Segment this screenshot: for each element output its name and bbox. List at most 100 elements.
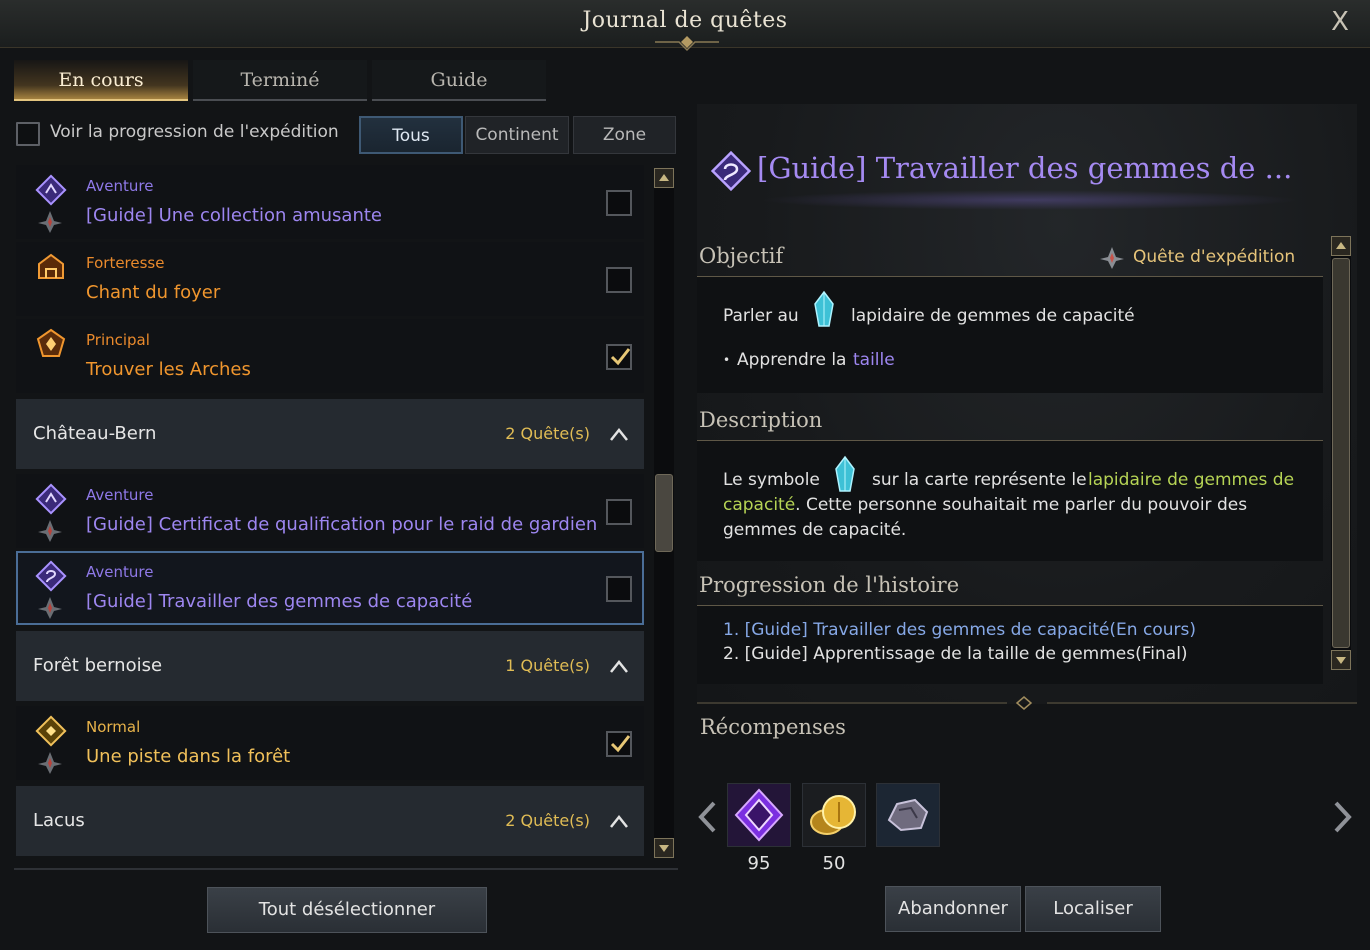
close-button[interactable]: X [1326,8,1354,36]
description-heading: Description [699,408,823,432]
normal-quest-icon [35,715,67,747]
reward-slot[interactable] [876,783,940,847]
quest-item[interactable]: Forteresse Chant du foyer [16,242,644,316]
tab-guide[interactable]: Guide [372,60,546,101]
objective-box [697,277,1323,393]
quest-item[interactable]: Aventure [Guide] Certificat de qualifica… [16,474,644,548]
tab-termine[interactable]: Terminé [193,60,367,101]
expedition-icon [38,211,62,233]
objective-target: lapidaire de gemmes de capacité [851,306,1135,326]
arrow-down-icon [659,845,669,852]
expedition-icon [38,752,62,774]
arrow-down-icon [1336,657,1346,664]
locate-button[interactable]: Localiser [1025,886,1161,932]
arrow-up-icon [659,174,669,181]
quest-name: [Guide] Une collection amusante [86,205,383,226]
gem-crystal-icon [814,290,834,327]
quest-type: Forteresse [86,254,165,272]
quest-type: Principal [86,331,150,349]
quest-track-checkbox[interactable] [606,344,632,370]
quest-type: Aventure [86,177,154,195]
expedition-icon [38,597,62,619]
title-bar: Journal de quêtes X [0,0,1370,52]
deselect-all-button[interactable]: Tout désélectionner [207,887,487,933]
quest-name: Chant du foyer [86,282,221,303]
zone-header-lacus[interactable]: Lacus 2 Quête(s) [16,786,644,856]
filter-continent-button[interactable]: Continent [465,116,569,154]
quest-name: Une piste dans la forêt [86,746,291,767]
zone-quest-count: 2 Quête(s) [505,811,590,830]
scroll-thumb[interactable] [1332,258,1350,648]
expedition-progress-label: Voir la progression de l'expédition [50,122,339,142]
chevron-up-icon [610,659,628,673]
quest-item[interactable]: Principal Trouver les Arches [16,319,644,393]
quest-list: Aventure [Guide] Une collection amusante… [16,165,644,860]
chevron-right-icon[interactable] [1332,800,1354,834]
zone-header-foret-bernoise[interactable]: Forêt bernoise 1 Quête(s) [16,631,644,701]
objective-bullet-prefix: Apprendre la [737,350,847,370]
quest-list-scrollbar[interactable] [654,168,674,858]
chevron-up-icon [610,814,628,828]
expedition-icon [1100,247,1124,269]
quest-type: Aventure [86,563,154,581]
filter-zone-button[interactable]: Zone [573,116,676,154]
objective-heading: Objectif [699,244,784,268]
quest-track-checkbox[interactable] [606,190,632,216]
scroll-down-button[interactable] [654,838,674,858]
scroll-up-button[interactable] [1331,236,1351,256]
title-glow [760,190,1300,210]
filter-row: Voir la progression de l'expédition Tous… [16,116,676,154]
expedition-quest-label: Quête d'expédition [1133,247,1296,267]
scroll-down-button[interactable] [1331,650,1351,670]
expedition-progress-checkbox[interactable] [16,122,40,146]
quest-item[interactable]: Aventure [Guide] Une collection amusante [16,165,644,239]
window-title: Journal de quêtes [582,8,788,33]
chevron-left-icon[interactable] [696,800,718,834]
checkmark-icon [610,735,631,753]
abandon-button[interactable]: Abandonner [885,886,1021,932]
quest-item[interactable]: Normal Une piste dans la forêt [16,706,644,780]
quest-type: Aventure [86,486,154,504]
objective-bullet-highlight: taille [853,350,895,370]
ore-stone-icon [877,784,939,846]
description-part3: . Cette personne souhaitait me parler du… [723,495,1248,540]
adventure-guide-icon [710,150,752,192]
checkmark-icon [610,348,631,366]
quest-name: [Guide] Travailler des gemmes de capacit… [86,591,473,612]
zone-quest-count: 2 Quête(s) [505,424,590,443]
reward-slot[interactable] [727,783,791,847]
detail-scrollbar[interactable] [1331,236,1351,670]
quest-name: Trouver les Arches [86,359,251,380]
adventure-guide-icon [35,560,67,592]
zone-header-chateau-bern[interactable]: Château-Bern 2 Quête(s) [16,399,644,469]
quest-type: Normal [86,718,141,736]
scroll-thumb[interactable] [655,474,673,552]
quest-name: [Guide] Certificat de qualification pour… [86,514,598,535]
reward-slot[interactable] [802,783,866,847]
filter-tous-button[interactable]: Tous [359,116,463,154]
reward-count: 95 [747,853,771,874]
quest-tabs: En cours Terminé Guide [14,60,546,101]
title-ornament-icon [655,36,719,52]
divider [14,868,678,870]
scroll-up-button[interactable] [654,168,674,188]
progression-heading: Progression de l'histoire [699,573,960,597]
zone-name: Forêt bernoise [33,655,163,676]
chevron-up-icon [610,427,628,441]
zone-name: Château-Bern [33,423,157,444]
rewards-heading: Récompenses [700,715,846,739]
tab-en-cours[interactable]: En cours [14,60,188,101]
purple-gem-chest-icon [728,784,790,846]
quest-track-checkbox[interactable] [606,576,632,602]
quest-track-checkbox[interactable] [606,499,632,525]
quest-detail-title: [Guide] Travailler des gemmes de ... [757,151,1293,185]
adventure-guide-icon [35,174,67,206]
quest-track-checkbox[interactable] [606,267,632,293]
gold-coins-icon [803,784,865,846]
bullet-dot: • [723,353,731,367]
zone-quest-count: 1 Quête(s) [505,656,590,675]
zone-name: Lacus [33,810,85,831]
quest-item-selected[interactable]: Aventure [Guide] Travailler des gemmes d… [16,551,644,625]
quest-track-checkbox[interactable] [606,731,632,757]
fortress-icon [38,253,64,279]
